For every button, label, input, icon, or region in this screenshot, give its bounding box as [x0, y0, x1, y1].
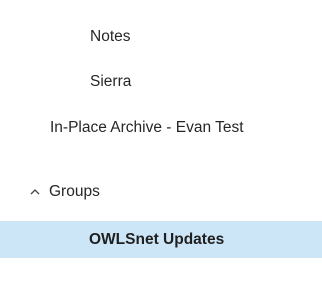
- folder-item-sierra[interactable]: Sierra: [0, 64, 322, 100]
- group-item-label: OWLSnet Updates: [89, 230, 225, 248]
- folder-item-in-place-archive[interactable]: In-Place Archive - Evan Test: [0, 110, 322, 146]
- folder-pane: Notes Sierra In-Place Archive - Evan Tes…: [0, 0, 322, 287]
- groups-section-label: Groups: [49, 183, 100, 200]
- folder-item-label: In-Place Archive - Evan Test: [50, 119, 244, 136]
- groups-section-header[interactable]: Groups: [0, 174, 322, 210]
- folder-item-label: Sierra: [90, 73, 132, 90]
- folder-item-label: Notes: [90, 28, 131, 45]
- folder-item-notes[interactable]: Notes: [0, 19, 322, 55]
- group-item-owlsnet-updates[interactable]: OWLSnet Updates: [0, 221, 322, 258]
- chevron-up-icon[interactable]: [30, 187, 40, 197]
